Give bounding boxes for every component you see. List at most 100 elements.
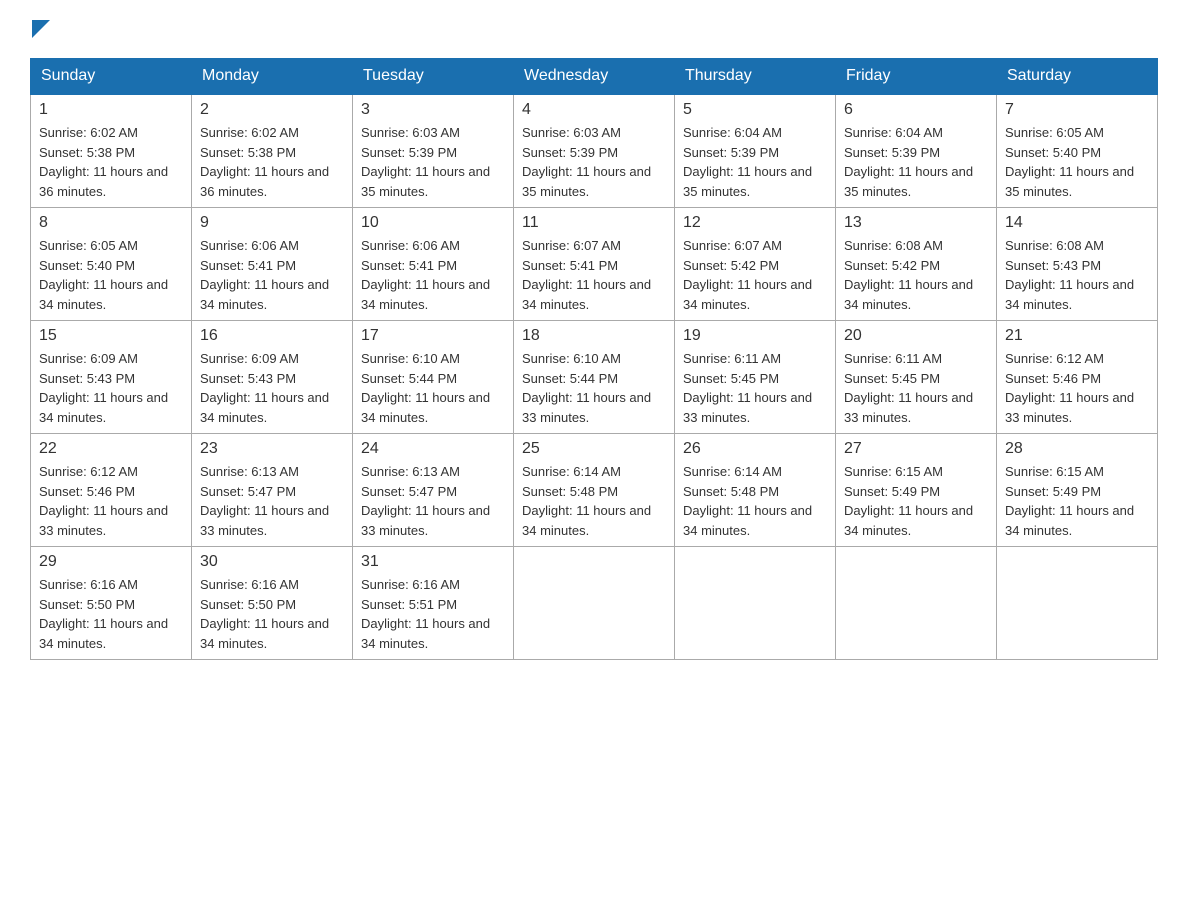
day-number: 8 <box>39 214 183 232</box>
day-info: Sunrise: 6:15 AM Sunset: 5:49 PM Dayligh… <box>844 462 988 540</box>
calendar-cell: 27 Sunrise: 6:15 AM Sunset: 5:49 PM Dayl… <box>836 434 997 547</box>
calendar-cell: 5 Sunrise: 6:04 AM Sunset: 5:39 PM Dayli… <box>675 94 836 208</box>
calendar-cell: 16 Sunrise: 6:09 AM Sunset: 5:43 PM Dayl… <box>192 321 353 434</box>
day-number: 24 <box>361 440 505 458</box>
day-number: 27 <box>844 440 988 458</box>
calendar-week-row: 22 Sunrise: 6:12 AM Sunset: 5:46 PM Dayl… <box>31 434 1158 547</box>
day-number: 21 <box>1005 327 1149 345</box>
col-header-thursday: Thursday <box>675 59 836 95</box>
calendar-cell: 6 Sunrise: 6:04 AM Sunset: 5:39 PM Dayli… <box>836 94 997 208</box>
calendar-cell: 1 Sunrise: 6:02 AM Sunset: 5:38 PM Dayli… <box>31 94 192 208</box>
calendar-cell: 7 Sunrise: 6:05 AM Sunset: 5:40 PM Dayli… <box>997 94 1158 208</box>
day-number: 31 <box>361 553 505 571</box>
day-number: 19 <box>683 327 827 345</box>
day-number: 3 <box>361 101 505 119</box>
day-info: Sunrise: 6:14 AM Sunset: 5:48 PM Dayligh… <box>522 462 666 540</box>
calendar-cell: 13 Sunrise: 6:08 AM Sunset: 5:42 PM Dayl… <box>836 208 997 321</box>
day-info: Sunrise: 6:10 AM Sunset: 5:44 PM Dayligh… <box>522 349 666 427</box>
day-info: Sunrise: 6:13 AM Sunset: 5:47 PM Dayligh… <box>361 462 505 540</box>
calendar-cell <box>997 547 1158 660</box>
calendar-cell: 8 Sunrise: 6:05 AM Sunset: 5:40 PM Dayli… <box>31 208 192 321</box>
calendar-cell: 2 Sunrise: 6:02 AM Sunset: 5:38 PM Dayli… <box>192 94 353 208</box>
calendar-cell: 22 Sunrise: 6:12 AM Sunset: 5:46 PM Dayl… <box>31 434 192 547</box>
day-number: 28 <box>1005 440 1149 458</box>
day-number: 9 <box>200 214 344 232</box>
day-number: 16 <box>200 327 344 345</box>
day-info: Sunrise: 6:06 AM Sunset: 5:41 PM Dayligh… <box>361 236 505 314</box>
calendar-cell: 3 Sunrise: 6:03 AM Sunset: 5:39 PM Dayli… <box>353 94 514 208</box>
col-header-monday: Monday <box>192 59 353 95</box>
day-info: Sunrise: 6:04 AM Sunset: 5:39 PM Dayligh… <box>844 123 988 201</box>
day-info: Sunrise: 6:12 AM Sunset: 5:46 PM Dayligh… <box>1005 349 1149 427</box>
calendar-cell: 29 Sunrise: 6:16 AM Sunset: 5:50 PM Dayl… <box>31 547 192 660</box>
day-info: Sunrise: 6:06 AM Sunset: 5:41 PM Dayligh… <box>200 236 344 314</box>
calendar-cell: 4 Sunrise: 6:03 AM Sunset: 5:39 PM Dayli… <box>514 94 675 208</box>
day-number: 13 <box>844 214 988 232</box>
logo <box>30 20 50 38</box>
calendar-cell <box>836 547 997 660</box>
day-number: 18 <box>522 327 666 345</box>
day-number: 4 <box>522 101 666 119</box>
day-number: 23 <box>200 440 344 458</box>
day-info: Sunrise: 6:10 AM Sunset: 5:44 PM Dayligh… <box>361 349 505 427</box>
day-number: 7 <box>1005 101 1149 119</box>
logo-arrow-icon <box>32 20 50 38</box>
day-info: Sunrise: 6:11 AM Sunset: 5:45 PM Dayligh… <box>844 349 988 427</box>
calendar-cell: 25 Sunrise: 6:14 AM Sunset: 5:48 PM Dayl… <box>514 434 675 547</box>
day-number: 14 <box>1005 214 1149 232</box>
calendar-cell <box>514 547 675 660</box>
day-number: 11 <box>522 214 666 232</box>
day-info: Sunrise: 6:03 AM Sunset: 5:39 PM Dayligh… <box>361 123 505 201</box>
day-info: Sunrise: 6:05 AM Sunset: 5:40 PM Dayligh… <box>1005 123 1149 201</box>
col-header-tuesday: Tuesday <box>353 59 514 95</box>
calendar-week-row: 15 Sunrise: 6:09 AM Sunset: 5:43 PM Dayl… <box>31 321 1158 434</box>
calendar-cell: 9 Sunrise: 6:06 AM Sunset: 5:41 PM Dayli… <box>192 208 353 321</box>
day-info: Sunrise: 6:07 AM Sunset: 5:41 PM Dayligh… <box>522 236 666 314</box>
day-info: Sunrise: 6:04 AM Sunset: 5:39 PM Dayligh… <box>683 123 827 201</box>
calendar-cell: 18 Sunrise: 6:10 AM Sunset: 5:44 PM Dayl… <box>514 321 675 434</box>
page-header <box>30 20 1158 38</box>
day-number: 2 <box>200 101 344 119</box>
day-number: 15 <box>39 327 183 345</box>
calendar-cell: 28 Sunrise: 6:15 AM Sunset: 5:49 PM Dayl… <box>997 434 1158 547</box>
day-number: 20 <box>844 327 988 345</box>
day-number: 25 <box>522 440 666 458</box>
day-info: Sunrise: 6:09 AM Sunset: 5:43 PM Dayligh… <box>200 349 344 427</box>
calendar-cell: 26 Sunrise: 6:14 AM Sunset: 5:48 PM Dayl… <box>675 434 836 547</box>
day-info: Sunrise: 6:08 AM Sunset: 5:43 PM Dayligh… <box>1005 236 1149 314</box>
day-info: Sunrise: 6:02 AM Sunset: 5:38 PM Dayligh… <box>39 123 183 201</box>
calendar-cell: 20 Sunrise: 6:11 AM Sunset: 5:45 PM Dayl… <box>836 321 997 434</box>
day-info: Sunrise: 6:15 AM Sunset: 5:49 PM Dayligh… <box>1005 462 1149 540</box>
calendar-table: SundayMondayTuesdayWednesdayThursdayFrid… <box>30 58 1158 660</box>
day-info: Sunrise: 6:16 AM Sunset: 5:50 PM Dayligh… <box>39 575 183 653</box>
day-number: 17 <box>361 327 505 345</box>
day-number: 29 <box>39 553 183 571</box>
day-info: Sunrise: 6:13 AM Sunset: 5:47 PM Dayligh… <box>200 462 344 540</box>
day-number: 1 <box>39 101 183 119</box>
col-header-friday: Friday <box>836 59 997 95</box>
calendar-cell: 21 Sunrise: 6:12 AM Sunset: 5:46 PM Dayl… <box>997 321 1158 434</box>
calendar-week-row: 8 Sunrise: 6:05 AM Sunset: 5:40 PM Dayli… <box>31 208 1158 321</box>
day-info: Sunrise: 6:16 AM Sunset: 5:50 PM Dayligh… <box>200 575 344 653</box>
calendar-cell: 23 Sunrise: 6:13 AM Sunset: 5:47 PM Dayl… <box>192 434 353 547</box>
calendar-cell: 11 Sunrise: 6:07 AM Sunset: 5:41 PM Dayl… <box>514 208 675 321</box>
day-info: Sunrise: 6:16 AM Sunset: 5:51 PM Dayligh… <box>361 575 505 653</box>
day-info: Sunrise: 6:11 AM Sunset: 5:45 PM Dayligh… <box>683 349 827 427</box>
day-info: Sunrise: 6:05 AM Sunset: 5:40 PM Dayligh… <box>39 236 183 314</box>
calendar-cell: 19 Sunrise: 6:11 AM Sunset: 5:45 PM Dayl… <box>675 321 836 434</box>
day-info: Sunrise: 6:03 AM Sunset: 5:39 PM Dayligh… <box>522 123 666 201</box>
calendar-cell: 31 Sunrise: 6:16 AM Sunset: 5:51 PM Dayl… <box>353 547 514 660</box>
day-info: Sunrise: 6:12 AM Sunset: 5:46 PM Dayligh… <box>39 462 183 540</box>
calendar-cell: 17 Sunrise: 6:10 AM Sunset: 5:44 PM Dayl… <box>353 321 514 434</box>
calendar-cell: 15 Sunrise: 6:09 AM Sunset: 5:43 PM Dayl… <box>31 321 192 434</box>
day-info: Sunrise: 6:09 AM Sunset: 5:43 PM Dayligh… <box>39 349 183 427</box>
calendar-cell: 10 Sunrise: 6:06 AM Sunset: 5:41 PM Dayl… <box>353 208 514 321</box>
day-info: Sunrise: 6:02 AM Sunset: 5:38 PM Dayligh… <box>200 123 344 201</box>
calendar-header-row: SundayMondayTuesdayWednesdayThursdayFrid… <box>31 59 1158 95</box>
calendar-cell: 24 Sunrise: 6:13 AM Sunset: 5:47 PM Dayl… <box>353 434 514 547</box>
day-info: Sunrise: 6:07 AM Sunset: 5:42 PM Dayligh… <box>683 236 827 314</box>
calendar-week-row: 1 Sunrise: 6:02 AM Sunset: 5:38 PM Dayli… <box>31 94 1158 208</box>
col-header-sunday: Sunday <box>31 59 192 95</box>
col-header-wednesday: Wednesday <box>514 59 675 95</box>
day-number: 12 <box>683 214 827 232</box>
